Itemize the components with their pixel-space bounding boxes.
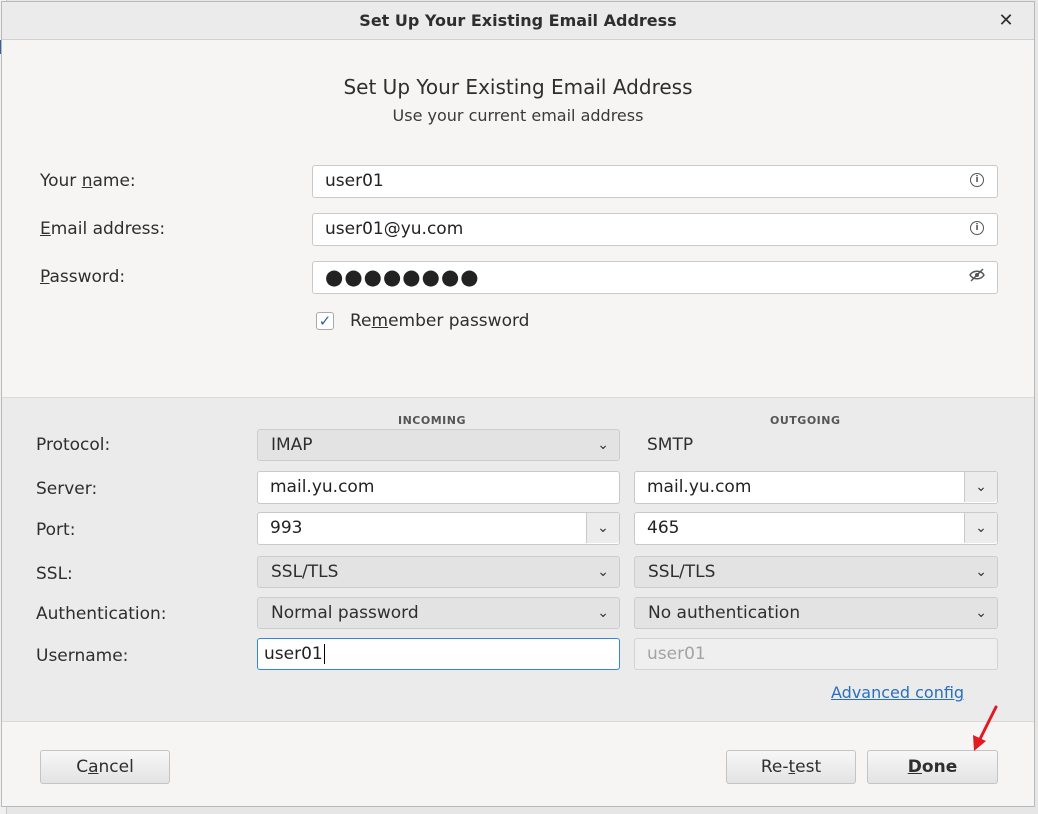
password-label: Password:	[40, 267, 126, 287]
port-label: Port:	[36, 520, 76, 540]
chevron-down-icon[interactable]: ⌄	[964, 472, 997, 502]
incoming-server-value: mail.yu.com	[270, 477, 375, 497]
incoming-port-value: 993	[270, 518, 303, 538]
outgoing-port-value: 465	[647, 518, 680, 538]
email-value: user01@yu.com	[325, 219, 464, 239]
outgoing-ssl-select[interactable]: SSL/TLS ⌄	[634, 556, 998, 588]
outgoing-server-value: mail.yu.com	[647, 477, 752, 497]
eye-slash-icon[interactable]	[967, 262, 987, 292]
your-name-input[interactable]: user01 i	[312, 165, 998, 198]
chevron-down-icon: ⌄	[975, 564, 987, 580]
incoming-server-input[interactable]: mail.yu.com	[257, 471, 620, 504]
chevron-down-icon: ⌄	[597, 605, 609, 621]
outgoing-username-input: user01	[634, 638, 998, 670]
title-bar: Set Up Your Existing Email Address ✕	[2, 2, 1034, 40]
incoming-username-value: user01	[264, 644, 325, 664]
close-button[interactable]: ✕	[994, 9, 1018, 33]
advanced-config-link[interactable]: Advanced config	[831, 683, 964, 702]
chevron-down-icon: ⌄	[597, 437, 609, 453]
page-subheading: Use your current email address	[392, 106, 644, 125]
page-heading: Set Up Your Existing Email Address	[343, 75, 693, 99]
incoming-header: INCOMING	[398, 414, 466, 427]
password-input[interactable]: ●●●●●●●●	[312, 261, 998, 294]
incoming-authentication-value: Normal password	[271, 603, 419, 623]
outgoing-port-combo[interactable]: 465 ⌄	[634, 512, 998, 545]
chevron-down-icon: ⌄	[975, 605, 987, 621]
dialog-title: Set Up Your Existing Email Address	[359, 11, 677, 30]
outgoing-ssl-value: SSL/TLS	[648, 562, 716, 582]
info-icon[interactable]: i	[967, 214, 987, 244]
email-label: Email address:	[40, 219, 166, 239]
incoming-ssl-value: SSL/TLS	[271, 562, 339, 582]
server-label: Server:	[36, 479, 98, 499]
email-input[interactable]: user01@yu.com i	[312, 213, 998, 246]
incoming-protocol-value: IMAP	[271, 435, 313, 455]
checkmark-icon: ✓	[318, 312, 332, 330]
done-button[interactable]: Done	[867, 750, 998, 784]
chevron-down-icon: ⌄	[597, 564, 609, 580]
your-name-value: user01	[325, 171, 384, 191]
email-setup-dialog: Set Up Your Existing Email Address ✕ Set…	[1, 1, 1035, 807]
outgoing-protocol-value: SMTP	[647, 435, 694, 455]
outgoing-authentication-select[interactable]: No authentication ⌄	[634, 597, 998, 629]
incoming-ssl-select[interactable]: SSL/TLS ⌄	[257, 556, 620, 588]
password-mask: ●●●●●●●●	[325, 265, 480, 289]
annotation-arrow-icon	[973, 705, 998, 751]
authentication-label: Authentication:	[36, 604, 167, 624]
remember-password-checkbox[interactable]: ✓	[316, 312, 334, 330]
chevron-down-icon[interactable]: ⌄	[964, 513, 997, 543]
incoming-username-input[interactable]: user01	[257, 638, 620, 670]
chevron-down-icon[interactable]: ⌄	[586, 513, 619, 543]
info-icon[interactable]: i	[967, 166, 987, 196]
remember-password-label[interactable]: Remember password	[350, 311, 529, 331]
outgoing-username-value: user01	[647, 644, 706, 664]
your-name-label: Your name:	[40, 171, 136, 191]
incoming-port-combo[interactable]: 993 ⌄	[257, 512, 620, 545]
incoming-authentication-select[interactable]: Normal password ⌄	[257, 597, 620, 629]
outgoing-server-combo[interactable]: mail.yu.com ⌄	[634, 471, 998, 504]
username-label: Username:	[36, 646, 129, 666]
ssl-label: SSL:	[36, 564, 73, 584]
cancel-button[interactable]: Cancel	[40, 750, 170, 784]
retest-button[interactable]: Re-test	[726, 750, 856, 784]
incoming-protocol-select[interactable]: IMAP ⌄	[257, 429, 620, 461]
close-icon: ✕	[998, 10, 1014, 31]
outgoing-authentication-value: No authentication	[648, 603, 801, 623]
outgoing-header: OUTGOING	[770, 414, 841, 427]
protocol-label: Protocol:	[36, 435, 111, 455]
